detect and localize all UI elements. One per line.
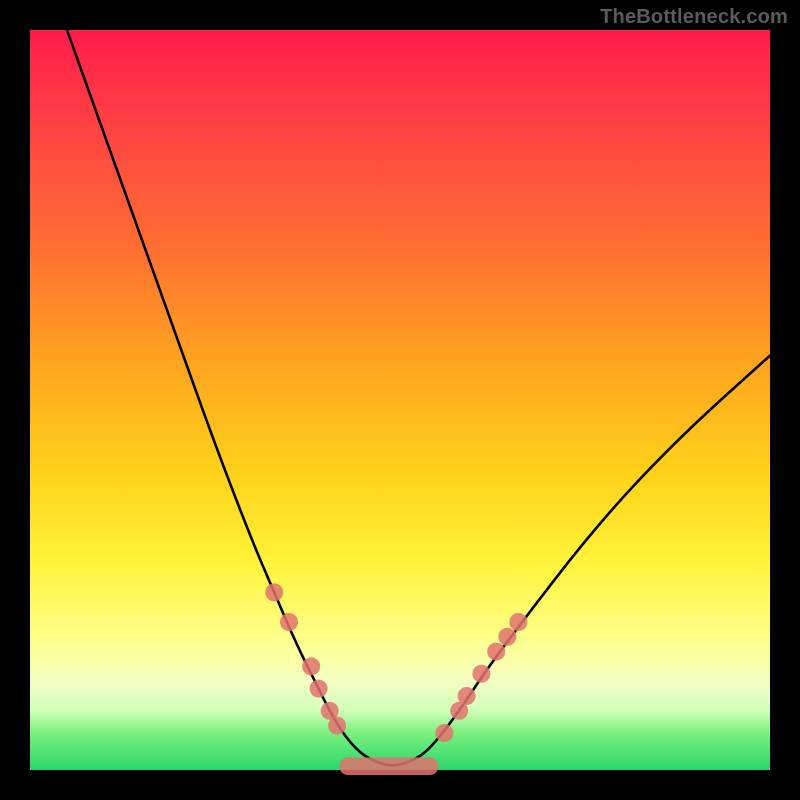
marker-dot [310,680,328,698]
plot-area [30,30,770,770]
marker-dot [487,643,505,661]
marker-dot [302,657,320,675]
marker-dot [458,687,476,705]
watermark-text: TheBottleneck.com [600,6,788,29]
marker-dot [435,724,453,742]
chart-frame: TheBottleneck.com [0,0,800,800]
marker-dot [265,583,283,601]
chart-svg [30,30,770,770]
valley-lobe [339,757,438,775]
marker-dot [509,613,527,631]
bottleneck-curve [67,30,770,765]
marker-dot [498,628,516,646]
markers-left [265,583,346,734]
marker-dot [280,613,298,631]
marker-dot [472,665,490,683]
marker-dot [328,717,346,735]
